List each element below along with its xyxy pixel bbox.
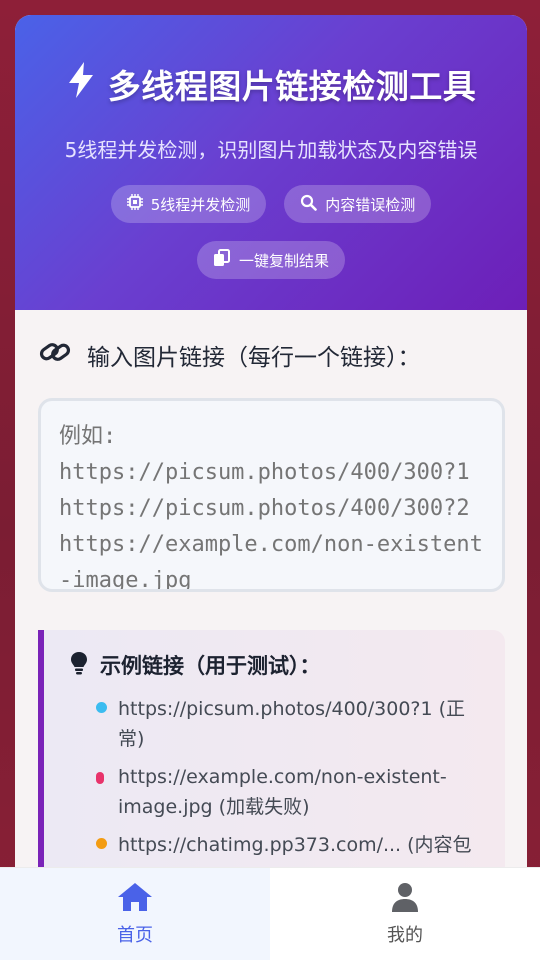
status-dot <box>96 702 107 713</box>
lightbulb-icon <box>70 651 88 680</box>
badge-concurrency: 5线程并发检测 <box>110 185 267 223</box>
page-title: 多线程图片链接检测工具 <box>15 60 527 108</box>
tab-mine[interactable]: 我的 <box>270 868 540 960</box>
bottom-tab-bar: 首页 我的 <box>0 867 540 960</box>
examples-list: https://picsum.photos/400/300?1 (正常) htt… <box>70 694 505 860</box>
status-dot <box>96 838 107 849</box>
main-card: 多线程图片链接检测工具 5线程并发检测，识别图片加载状态及内容错误 5线程并发检… <box>15 15 527 960</box>
examples-panel: 示例链接（用于测试）： https://picsum.photos/400/30… <box>38 630 505 890</box>
feature-badges: 5线程并发检测 内容错误检测 一键复制结果 <box>15 185 527 279</box>
subtitle: 5线程并发检测，识别图片加载状态及内容错误 <box>64 138 478 162</box>
badge-copy: 一键复制结果 <box>196 241 345 279</box>
header: 多线程图片链接检测工具 5线程并发检测，识别图片加载状态及内容错误 5线程并发检… <box>15 15 527 310</box>
title-text: 多线程图片链接检测工具 <box>107 67 477 106</box>
example-item[interactable]: https://example.com/non-existent-image.j… <box>96 762 505 822</box>
url-input[interactable] <box>41 401 502 589</box>
status-dot <box>96 772 104 784</box>
tab-home-label: 首页 <box>117 924 153 946</box>
input-label: 输入图片链接（每行一个链接）： <box>39 338 527 372</box>
url-input-container <box>38 398 505 592</box>
cpu-icon <box>126 194 143 214</box>
copy-icon <box>213 249 231 271</box>
home-icon <box>117 882 153 917</box>
user-icon <box>391 882 419 917</box>
tab-home[interactable]: 首页 <box>0 868 270 960</box>
tab-mine-label: 我的 <box>387 924 423 946</box>
link-icon <box>39 340 71 370</box>
lightning-icon <box>66 61 96 107</box>
badge-content-check: 内容错误检测 <box>284 185 432 223</box>
input-label-text: 输入图片链接（每行一个链接）： <box>87 345 421 371</box>
examples-title: 示例链接（用于测试）： <box>70 650 505 680</box>
search-icon <box>300 194 318 215</box>
example-item[interactable]: https://chatimg.pp373.com/... (内容包 <box>96 830 505 860</box>
example-item[interactable]: https://picsum.photos/400/300?1 (正常) <box>96 694 505 754</box>
